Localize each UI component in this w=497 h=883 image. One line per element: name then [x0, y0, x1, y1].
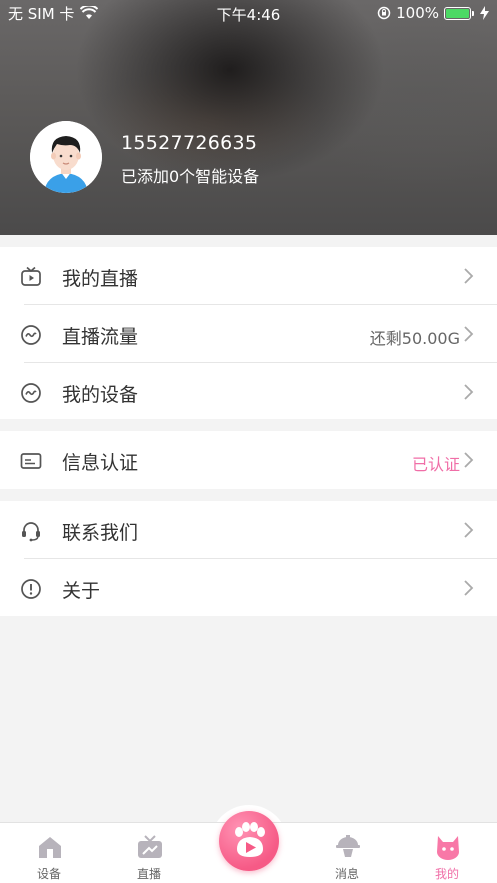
chevron-right-icon	[464, 522, 474, 538]
center-live-button[interactable]	[219, 811, 279, 871]
tab-label: 直播	[136, 867, 161, 881]
home-icon	[39, 837, 61, 858]
battery-icon	[444, 6, 474, 20]
menu-item-about[interactable]: 关于	[0, 559, 497, 617]
menu-item-label: 我的直播	[62, 268, 139, 290]
menu-group-live: 我的直播 直播流量 还剩50.00G 我的设备	[0, 247, 497, 419]
menu-item-label: 直播流量	[62, 326, 139, 348]
chevron-right-icon	[464, 326, 474, 342]
wave-circle-icon	[21, 325, 41, 345]
status-time: 下午4:46	[216, 6, 281, 24]
paw-play-icon	[235, 822, 265, 857]
avatar[interactable]	[30, 121, 102, 193]
menu-item-label: 我的设备	[62, 384, 139, 406]
status-bar: 无 SIM 卡 下午4:46 100%	[0, 0, 497, 26]
menu-group-verification: 信息认证 已认证	[0, 431, 497, 489]
menu-item-label: 关于	[62, 580, 101, 602]
menu-item-live-traffic[interactable]: 直播流量 还剩50.00G	[0, 305, 497, 363]
tab-label-active: 我的	[434, 867, 459, 881]
tab-messages[interactable]: 消息	[312, 823, 382, 883]
profile-header: 无 SIM 卡 下午4:46 100% 15527726635 已添加0个智能设…	[0, 0, 497, 235]
chevron-right-icon	[464, 452, 474, 468]
traffic-remaining-value: 还剩50.00G	[369, 329, 460, 348]
menu-item-label: 信息认证	[62, 452, 139, 474]
info-circle-icon	[21, 579, 41, 599]
chevron-right-icon	[464, 384, 474, 400]
chevron-right-icon	[464, 268, 474, 284]
tab-label: 设备	[36, 867, 61, 881]
wave-circle-icon	[21, 383, 41, 403]
verification-status-value: 已认证	[411, 455, 460, 474]
tv-tab-icon	[138, 835, 162, 858]
tv-icon	[21, 266, 41, 286]
tab-live[interactable]: 直播	[114, 823, 184, 883]
tab-devices[interactable]: 设备	[14, 823, 84, 883]
message-icon	[336, 835, 360, 857]
profile-device-count: 已添加0个智能设备	[121, 167, 260, 186]
menu-item-contact-us[interactable]: 联系我们	[0, 501, 497, 559]
tab-label: 消息	[334, 867, 359, 881]
menu-item-label: 联系我们	[62, 522, 139, 544]
headset-icon	[22, 522, 40, 542]
tab-mine[interactable]: 我的	[412, 823, 482, 883]
cat-profile-icon	[437, 836, 459, 860]
menu-item-my-devices[interactable]: 我的设备	[0, 363, 497, 421]
id-card-icon	[20, 453, 42, 469]
chevron-right-icon	[464, 580, 474, 596]
menu-item-my-live[interactable]: 我的直播	[0, 247, 497, 305]
profile-phone: 15527726635	[121, 132, 258, 154]
menu-group-support: 联系我们 关于	[0, 501, 497, 616]
menu-item-verification[interactable]: 信息认证 已认证	[0, 431, 497, 489]
user-avatar-icon	[30, 121, 102, 193]
